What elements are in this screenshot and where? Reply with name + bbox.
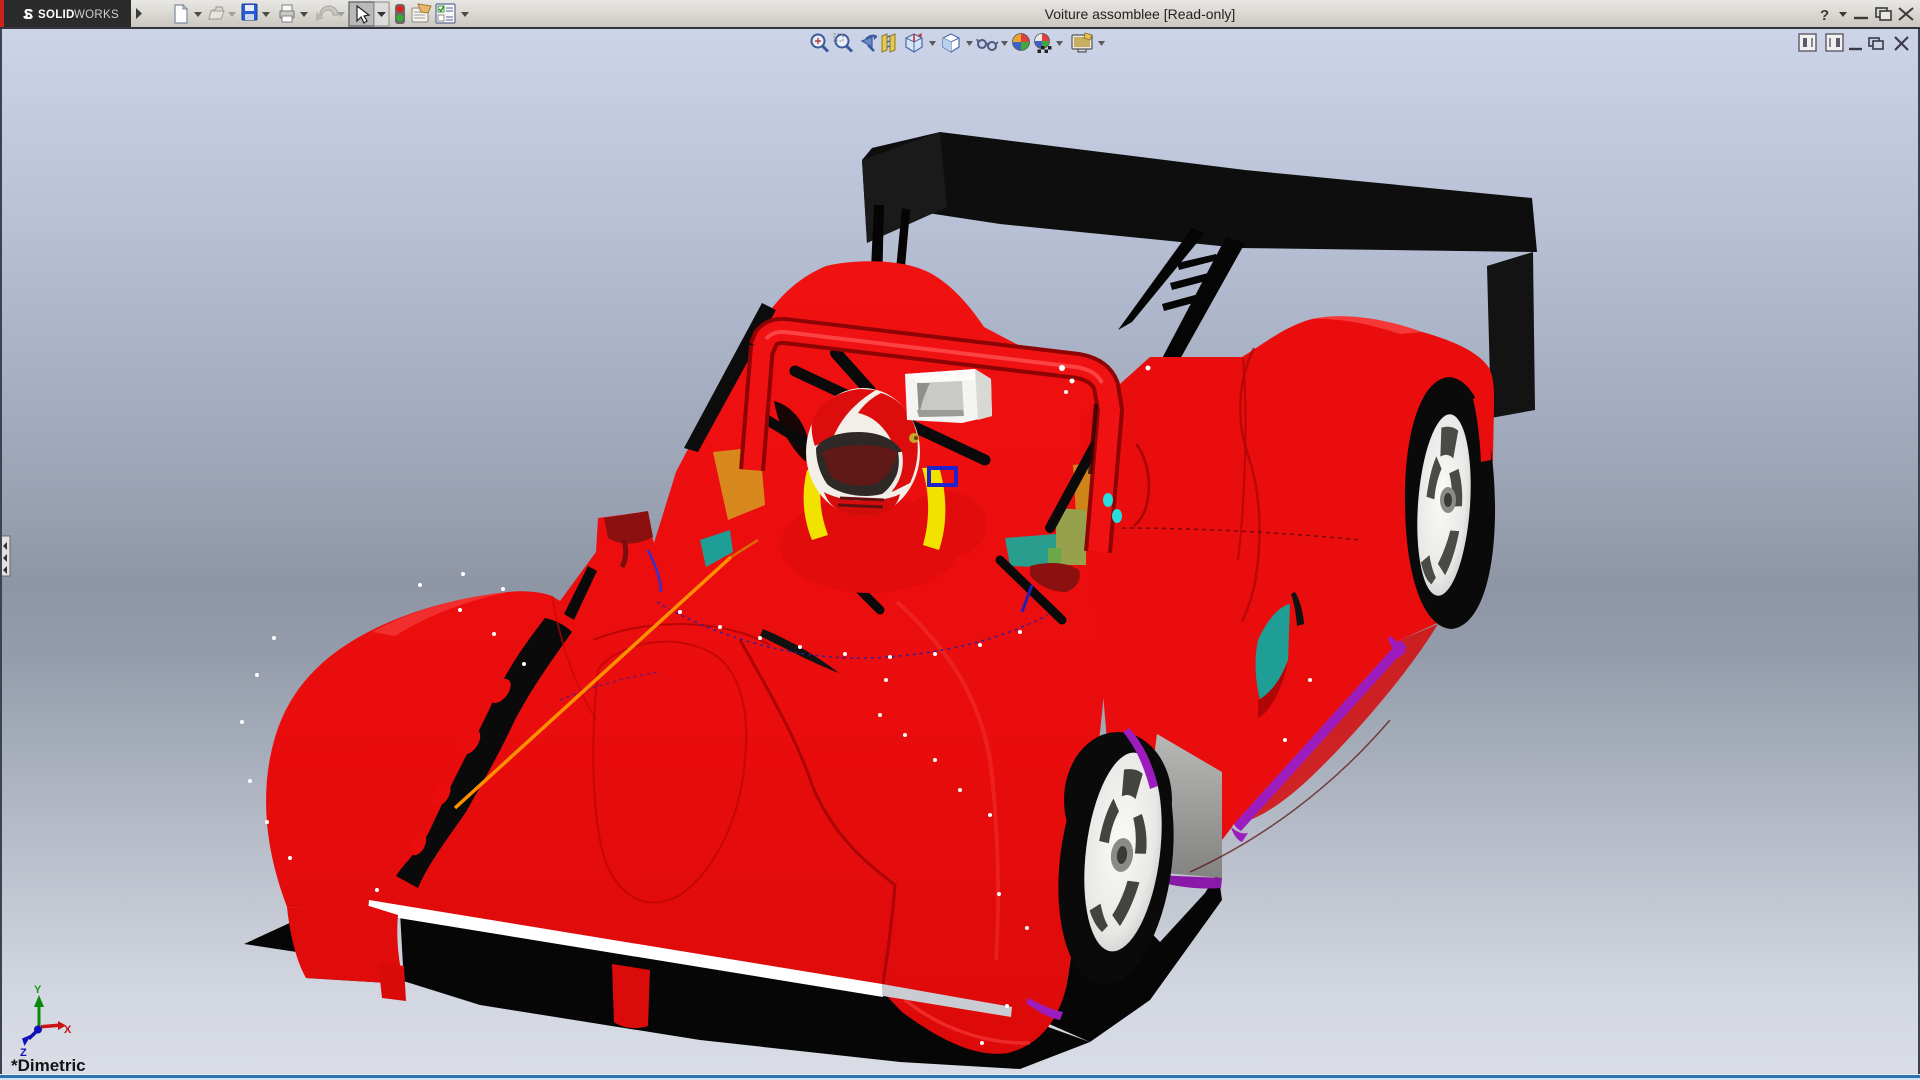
svg-text:Voiture assomblee [Read-only]: Voiture assomblee [Read-only] [1045,6,1236,22]
svg-text:SOLID: SOLID [38,9,75,21]
svg-text:?: ? [1820,7,1829,24]
svg-text:S: S [23,6,33,23]
svg-text:WORKS: WORKS [74,9,119,21]
svg-text:X: X [64,1024,72,1036]
svg-text:*Dimetric: *Dimetric [11,1056,86,1075]
svg-text:Y: Y [34,984,42,996]
